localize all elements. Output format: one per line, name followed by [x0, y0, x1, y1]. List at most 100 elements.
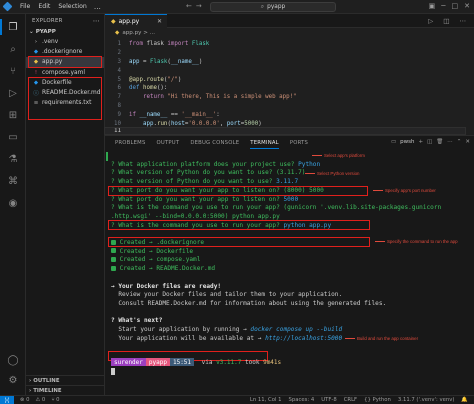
menu-selection[interactable]: Selection	[54, 3, 91, 11]
yaml-file-icon: !	[34, 69, 38, 76]
highlight-box	[28, 56, 102, 68]
folder-label: PYAPP	[35, 29, 56, 35]
annotation-platform: Select app's platform	[312, 153, 365, 158]
vscode-logo-icon	[0, 0, 14, 14]
code-line: 8	[117, 102, 122, 109]
outline-section[interactable]: › OUTLINE	[26, 375, 105, 385]
outline-label: OUTLINE	[33, 377, 60, 384]
terminal-line: Review your Docker files and tailor them…	[111, 291, 343, 299]
notifications-icon[interactable]: 🔔	[461, 397, 468, 403]
status-bar: ⟩⟨ ⊗ 0 ⚠ 0 ⑂ 0 Ln 11, Col 1 Spaces: 4 UT…	[0, 395, 474, 404]
language-mode[interactable]: {} Python	[364, 397, 391, 403]
errors-count[interactable]: ⊗ 0	[20, 397, 30, 403]
terminal-line: Start your application by running → dock…	[111, 326, 343, 334]
code-line: 10 app. run(host = '0.0.0.0', port = 5000)	[114, 120, 262, 127]
menu-edit[interactable]: Edit	[34, 3, 54, 11]
tab-terminal[interactable]: TERMINAL	[250, 140, 279, 149]
tab-problems[interactable]: PROBLEMS	[115, 140, 146, 146]
line-ending[interactable]: CRLF	[344, 397, 357, 403]
tab-debug-console[interactable]: DEBUG CONSOLE	[190, 140, 239, 146]
code-line: 6 def home ():	[117, 85, 168, 92]
explorer-icon[interactable]: ❐	[5, 19, 21, 35]
cursor-position[interactable]: Ln 11, Col 1	[250, 397, 282, 403]
nav-arrows[interactable]: ←→	[186, 2, 206, 10]
title-bar: File Edit Selection … ←→ ⌕ pyapp ▣ ─ □ ✕	[0, 0, 474, 14]
annotation-build-run: Build and run the app container	[345, 336, 418, 341]
timeline-label: TIMELINE	[33, 387, 62, 394]
remote-indicator-icon[interactable]: ⟩⟨	[0, 395, 14, 404]
maximize-panel-icon[interactable]: ⌃	[457, 139, 462, 145]
prompt-status: via v3.11.7 took 9m41s	[198, 358, 282, 366]
warnings-count[interactable]: ⚠ 0	[36, 397, 46, 403]
ports-count[interactable]: ⑂ 0	[51, 397, 59, 403]
more-actions-icon[interactable]: ⋯	[93, 17, 100, 25]
close-tab-icon[interactable]: ✕	[157, 18, 162, 25]
shell-label[interactable]: pwsh	[400, 139, 414, 145]
run-debug-icon[interactable]: ▷	[5, 85, 21, 101]
command-center-label: pyapp	[267, 4, 286, 10]
menu-more-icon[interactable]: …	[91, 3, 104, 11]
folder-pyapp[interactable]: ⌄ PYAPP	[26, 27, 104, 37]
remote-explorer-icon[interactable]: ▭	[5, 129, 21, 145]
code-line: 3 app = Flask(__name__)	[117, 58, 203, 65]
command-center[interactable]: ⌕ pyapp	[210, 2, 336, 12]
timeline-section[interactable]: › TIMELINE	[26, 385, 105, 395]
testing-icon[interactable]: ⚗	[5, 151, 21, 167]
terminal-line: ? What application platform does your pr…	[111, 160, 321, 168]
tab-ports[interactable]: PORTS	[290, 140, 308, 146]
breadcrumb[interactable]: ◆ app.py > ...	[105, 28, 474, 38]
python-icon[interactable]: ⌘	[5, 173, 21, 189]
file-label: compose.yaml	[42, 69, 85, 76]
code-line: 1 from flask import Flask	[117, 41, 210, 48]
close-panel-icon[interactable]: ✕	[465, 139, 470, 145]
shell-prompt: surender pyapp 15:51 via v3.11.7 took 9m…	[111, 358, 281, 366]
terminal-line: → Your Docker files are ready!	[111, 282, 222, 290]
split-terminal-icon[interactable]: ◫	[427, 139, 432, 145]
indentation[interactable]: Spaces: 4	[289, 397, 315, 403]
maximize-icon[interactable]: □	[452, 2, 459, 10]
prompt-user: surender	[111, 358, 146, 366]
search-icon: ⌕	[260, 3, 265, 10]
more-actions-icon[interactable]: ⋯	[447, 139, 453, 145]
annotation-port: Specify app's port number	[373, 188, 436, 193]
file-label: .venv	[42, 39, 59, 46]
tab-app-py[interactable]: ◆ app.py ✕	[105, 14, 167, 28]
trash-icon[interactable]: 🗑	[436, 139, 443, 145]
menu-file[interactable]: File	[16, 3, 34, 11]
chevron-down-icon: ⌄	[29, 29, 34, 35]
tab-label: app.py	[118, 18, 140, 25]
bottom-panel: PROBLEMS OUTPUT DEBUG CONSOLE TERMINAL P…	[105, 135, 474, 395]
add-terminal-icon[interactable]: +	[418, 139, 423, 145]
close-icon[interactable]: ✕	[464, 2, 470, 10]
status-right: Ln 11, Col 1 Spaces: 4 UTF-8 CRLF {} Pyt…	[250, 397, 468, 403]
terminal-cursor	[111, 368, 115, 375]
check-icon	[111, 265, 116, 271]
annotation-python-version: Select Python version	[305, 171, 359, 176]
account-icon[interactable]: ◯	[5, 352, 21, 368]
layout-icon[interactable]: ▣	[429, 2, 436, 10]
search-icon[interactable]: ⌕	[5, 41, 21, 57]
file-venv[interactable]: › .venv	[26, 37, 104, 47]
extensions-icon[interactable]: ⊞	[5, 107, 21, 123]
check-icon	[111, 248, 116, 254]
file-label: .dockerignore	[42, 49, 83, 56]
prompt-time: 15:51	[169, 358, 195, 366]
explorer-sidebar: EXPLORER ⋯ ⌄ PYAPP › .venv ◆ .dockerigno…	[26, 14, 105, 395]
python-file-icon: ◆	[115, 30, 120, 36]
prompt-dir: pyapp	[145, 358, 170, 366]
code-line: 2	[117, 50, 122, 57]
docker-icon[interactable]: ◉	[5, 195, 21, 211]
gear-icon[interactable]: ⚙	[5, 372, 21, 388]
source-control-icon[interactable]: ⑂	[5, 63, 21, 79]
tab-output[interactable]: OUTPUT	[157, 140, 180, 146]
minimize-icon[interactable]: ─	[441, 2, 445, 10]
python-interpreter[interactable]: 3.11.7 ('.venv': venv)	[398, 397, 455, 403]
annotation-command: Specify the command to run the app	[375, 239, 458, 244]
panel-actions: ▭ pwsh + ◫ 🗑 ⋯ ⌃ ✕	[391, 139, 470, 145]
editor-actions[interactable]: ▷ ◫ ⋯	[428, 17, 470, 25]
breadcrumb-label: app.py > ...	[122, 30, 156, 36]
code-editor[interactable]: 1 from flask import Flask 2 3 app = Flask(…	[104, 38, 474, 135]
encoding[interactable]: UTF-8	[321, 397, 336, 403]
terminal-output[interactable]: ? What application platform does your pr…	[111, 152, 469, 361]
